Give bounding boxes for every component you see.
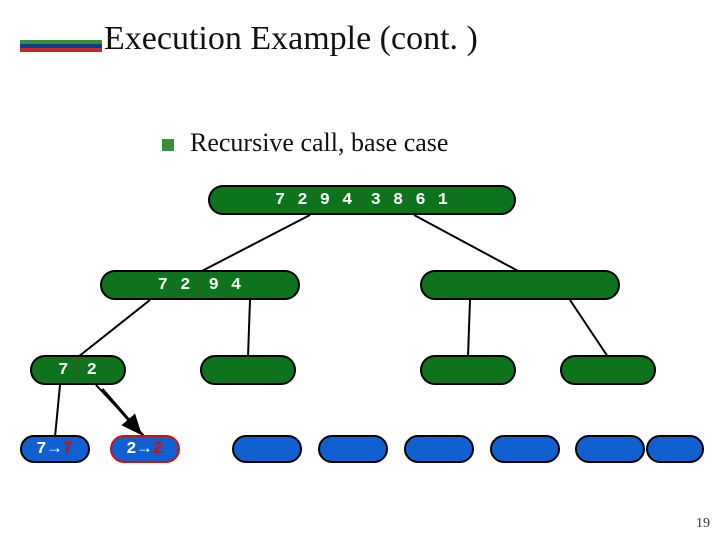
node-left-seq: 7 2: [158, 276, 192, 295]
tree-node-L: 7 2 │ 9 4: [100, 270, 300, 300]
node-right-seq: 2: [87, 361, 98, 380]
subtitle: Recursive call, base case: [190, 128, 448, 158]
tree-leaf-0: 7 → 7: [20, 435, 90, 463]
split-marker: │: [69, 361, 86, 380]
tree-node-root: 7 2 9 4 │ 3 8 6 1: [208, 185, 516, 215]
leaf-out: 7: [63, 440, 74, 459]
tree-node-LL: 7 │ 2: [30, 355, 126, 385]
tree-leaf-6: [575, 435, 645, 463]
tree-leaf-4: [404, 435, 474, 463]
node-right-seq: 3 8 6 1: [371, 191, 449, 210]
tree-node-LR: [200, 355, 296, 385]
tree-node-RR: [560, 355, 656, 385]
tree-leaf-7: [646, 435, 704, 463]
tree-node-R: [420, 270, 620, 300]
merge-sort-tree: 7 2 9 4 │ 3 8 6 1 7 2 │ 9 4 7 │ 2 7 → 7 …: [0, 175, 720, 495]
leaf-in: 7: [36, 440, 47, 459]
tree-leaf-5: [490, 435, 560, 463]
tree-leaf-2: [232, 435, 302, 463]
tree-leaf-3: [318, 435, 388, 463]
leaf-in: 2: [126, 440, 137, 459]
title-accent-red: [20, 48, 102, 52]
tree-leaf-1-active: 2 → 2: [110, 435, 180, 463]
arrow-icon: →: [137, 440, 152, 459]
leaf-out: 2: [153, 440, 164, 459]
split-marker: │: [191, 276, 208, 295]
slide-number: 19: [696, 516, 710, 532]
node-right-seq: 9 4: [209, 276, 243, 295]
page-title: Execution Example (cont. ): [104, 20, 478, 58]
bullet-icon: [162, 139, 174, 151]
tree-node-RL: [420, 355, 516, 385]
arrow-icon: →: [47, 440, 62, 459]
node-left-seq: 7: [58, 361, 69, 380]
split-marker: │: [353, 191, 370, 210]
node-left-seq: 7 2 9 4: [275, 191, 353, 210]
